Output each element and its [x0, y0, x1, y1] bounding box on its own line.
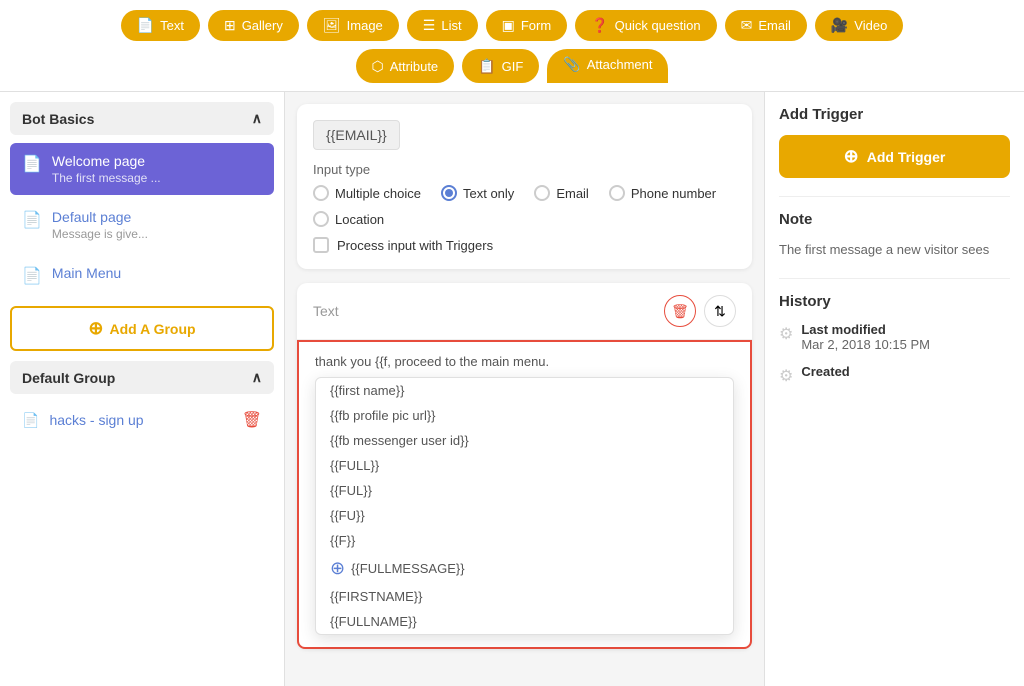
add-trigger-plus-icon: ⊕ [844, 146, 859, 167]
dropdown-item-6[interactable]: {{F}} [316, 528, 733, 553]
divider-1 [779, 196, 1010, 197]
history-icon-modified: ⚙ [779, 324, 793, 344]
email-icon: ✉ [741, 17, 753, 34]
welcome-page-icon: 📄 [22, 154, 42, 174]
default-group-chevron: ∧ [252, 369, 262, 386]
note-section: Note The first message a new visitor see… [779, 211, 1010, 260]
hacks-delete-icon[interactable]: 🗑 [242, 410, 262, 430]
radio-text-only[interactable]: Text only [441, 185, 514, 201]
gif-btn[interactable]: 📋 GIF [462, 49, 539, 83]
attribute-icon: ⬡ [372, 58, 384, 75]
add-icon: ⊕ [330, 558, 345, 579]
default-group-header[interactable]: Default Group ∧ [10, 361, 274, 394]
history-item-modified: ⚙ Last modified Mar 2, 2018 10:15 PM [779, 322, 1010, 352]
attachment-icon: 📎 [563, 56, 580, 73]
form-icon: ▣ [502, 17, 515, 34]
history-section: History ⚙ Last modified Mar 2, 2018 10:1… [779, 293, 1010, 386]
history-title: History [779, 293, 1010, 310]
image-icon: 🖼 [323, 17, 341, 34]
main-layout: Bot Basics ∧ 📄 Welcome page The first me… [0, 92, 1024, 686]
message-text[interactable]: thank you {{f, proceed to the main menu. [315, 354, 734, 369]
main-menu-item[interactable]: 📄 Main Menu [10, 255, 274, 296]
radio-circle-text [441, 185, 457, 201]
email-btn[interactable]: ✉ Email [725, 10, 807, 41]
attachment-btn[interactable]: 📎 Attachment [547, 49, 668, 83]
welcome-page-item[interactable]: 📄 Welcome page The first message ... [10, 143, 274, 195]
dropdown-item-3[interactable]: {{FULL}} [316, 453, 733, 478]
radio-group: Multiple choice Text only Email Phone nu… [313, 185, 736, 227]
hacks-signup-icon: 📄 [22, 412, 39, 429]
history-item-created: ⚙ Created [779, 364, 1010, 386]
quick-question-icon: ❓ [591, 17, 608, 34]
dropdown-item-7: {{FULLMESSAGE}} [351, 561, 464, 576]
radio-circle-multiple [313, 185, 329, 201]
sidebar: Bot Basics ∧ 📄 Welcome page The first me… [0, 92, 285, 686]
dropdown-item-4[interactable]: {{FUL}} [316, 478, 733, 503]
process-input-checkbox[interactable]: Process input with Triggers [313, 237, 736, 253]
dropdown-item-0[interactable]: {{first name}} [316, 378, 733, 403]
video-btn[interactable]: 🎥 Video [815, 10, 903, 41]
add-group-button[interactable]: ⊕ Add A Group [10, 306, 274, 351]
checkbox-box [313, 237, 329, 253]
add-group-plus-icon: ⊕ [88, 318, 103, 339]
bot-basics-chevron: ∧ [252, 110, 262, 127]
radio-location[interactable]: Location [313, 211, 384, 227]
email-tag: {{EMAIL}} [313, 120, 400, 150]
text-card: Text 🗑 ⇅ thank you {{f, proceed to the m… [297, 283, 752, 649]
radio-multiple-choice[interactable]: Multiple choice [313, 185, 421, 201]
add-trigger-title: Add Trigger [779, 106, 1010, 123]
list-btn[interactable]: ☰ List [407, 10, 478, 41]
text-card-actions: 🗑 ⇅ [664, 295, 736, 327]
default-page-icon: 📄 [22, 210, 42, 230]
divider-2 [779, 278, 1010, 279]
dropdown-list: {{first name}} {{fb profile pic url}} {{… [315, 377, 734, 635]
radio-email[interactable]: Email [534, 185, 589, 201]
radio-circle-location [313, 211, 329, 227]
toolbar: 📄 Text ⊞ Gallery 🖼 Image ☰ List ▣ Form ❓… [0, 0, 1024, 92]
radio-circle-email [534, 185, 550, 201]
add-trigger-section: Add Trigger ⊕ Add Trigger [779, 106, 1010, 178]
history-icon-created: ⚙ [779, 366, 793, 386]
dropdown-item-9[interactable]: {{FULLNAME}} [316, 609, 733, 634]
radio-circle-phone [609, 185, 625, 201]
add-fullmessage-row[interactable]: ⊕ {{FULLMESSAGE}} [316, 553, 733, 584]
text-content-area: thank you {{f, proceed to the main menu.… [297, 340, 752, 649]
image-btn[interactable]: 🖼 Image [307, 10, 399, 41]
hacks-signup-item[interactable]: 📄 hacks - sign up 🗑 [10, 402, 274, 438]
attribute-btn[interactable]: ⬡ Attribute [356, 49, 455, 83]
main-menu-icon: 📄 [22, 266, 42, 286]
text-icon: 📄 [137, 17, 154, 34]
form-btn[interactable]: ▣ Form [486, 10, 568, 41]
gallery-btn[interactable]: ⊞ Gallery [208, 10, 299, 41]
text-btn[interactable]: 📄 Text [121, 10, 200, 41]
form-card: {{EMAIL}} Input type Multiple choice Tex… [297, 104, 752, 269]
center-content: {{EMAIL}} Input type Multiple choice Tex… [285, 92, 764, 686]
dropdown-item-8[interactable]: {{FIRSTNAME}} [316, 584, 733, 609]
bot-basics-header[interactable]: Bot Basics ∧ [10, 102, 274, 135]
dropdown-item-2[interactable]: {{fb messenger user id}} [316, 428, 733, 453]
delete-text-btn[interactable]: 🗑 [664, 295, 696, 327]
note-title: Note [779, 211, 1010, 228]
list-icon: ☰ [423, 17, 436, 34]
radio-phone[interactable]: Phone number [609, 185, 716, 201]
gallery-icon: ⊞ [224, 17, 236, 34]
quick-question-btn[interactable]: ❓ Quick question [575, 10, 716, 41]
note-text: The first message a new visitor sees [779, 240, 1010, 260]
video-icon: 🎥 [831, 17, 848, 34]
default-page-item[interactable]: 📄 Default page Message is give... [10, 199, 274, 251]
toolbar-row-1: 📄 Text ⊞ Gallery 🖼 Image ☰ List ▣ Form ❓… [12, 10, 1012, 41]
gif-icon: 📋 [478, 58, 495, 75]
dropdown-item-1[interactable]: {{fb profile pic url}} [316, 403, 733, 428]
text-card-header: Text 🗑 ⇅ [297, 283, 752, 340]
right-panel: Add Trigger ⊕ Add Trigger Note The first… [764, 92, 1024, 686]
toolbar-row-2: ⬡ Attribute 📋 GIF 📎 Attachment [12, 49, 1012, 83]
dropdown-item-5[interactable]: {{FU}} [316, 503, 733, 528]
reorder-text-btn[interactable]: ⇅ [704, 295, 736, 327]
add-trigger-button[interactable]: ⊕ Add Trigger [779, 135, 1010, 178]
